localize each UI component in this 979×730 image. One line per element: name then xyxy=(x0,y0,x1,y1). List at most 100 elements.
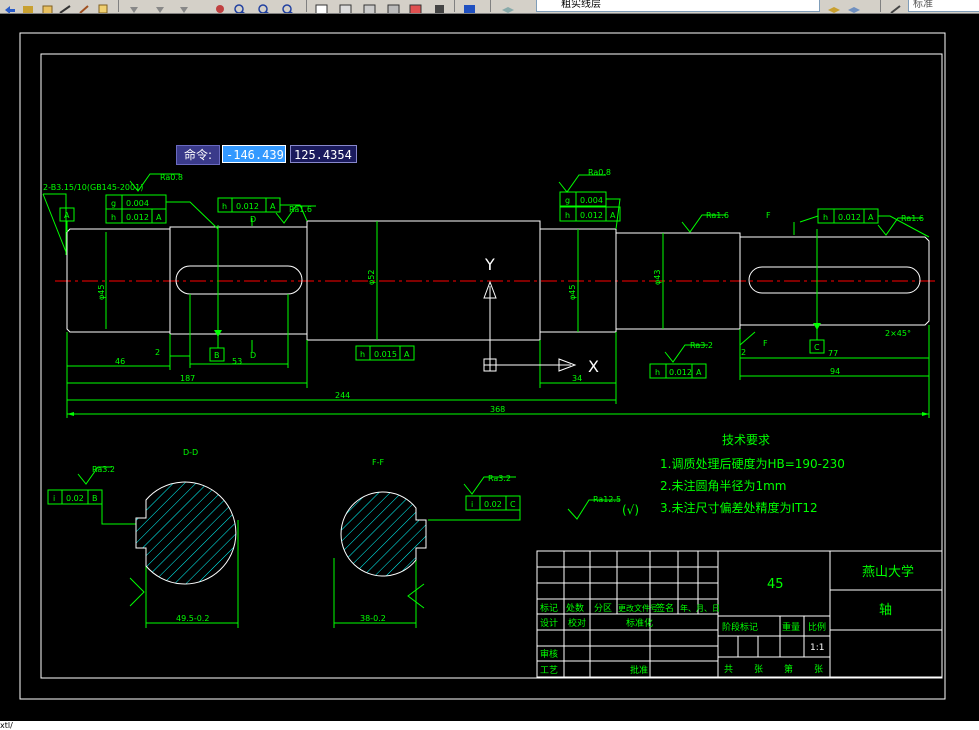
paste-icon[interactable] xyxy=(40,0,56,13)
roughness-label: Ra3.2 xyxy=(690,341,713,350)
tb-review: 审核 xyxy=(540,648,558,660)
text-style-name: 标准 xyxy=(913,0,933,10)
fcf-datum: A xyxy=(696,368,702,377)
layer-name: 粗实线层 xyxy=(561,0,601,10)
fcf-symbol: i xyxy=(471,500,473,509)
sheet-set-icon[interactable] xyxy=(386,0,402,13)
datum-label: C xyxy=(814,343,820,352)
fcf-value: 0.004 xyxy=(580,196,603,205)
tech-req-title: 技术要求 xyxy=(722,433,770,447)
dim-text: 77 xyxy=(828,349,838,358)
roughness-label: Ra0.8 xyxy=(588,168,611,177)
fcf-datum: C xyxy=(510,500,516,509)
brush-icon[interactable] xyxy=(78,0,94,13)
fcf-symbol: h xyxy=(823,213,828,222)
toolbar-separator xyxy=(118,0,119,12)
tb-design: 设计 xyxy=(540,617,558,629)
text-style-dropdown[interactable]: 标准 xyxy=(908,0,979,12)
tb-sheets: 张 xyxy=(754,664,763,675)
section-dd-shape xyxy=(135,481,237,585)
tb-zone: 分区 xyxy=(594,603,612,614)
layer-previous-icon[interactable] xyxy=(826,0,842,13)
coordinate-y-input[interactable]: 125.4354 xyxy=(290,145,357,163)
zoom-previous-icon[interactable] xyxy=(280,0,296,13)
tech-req-2: 2.未注圆角半径为1mm xyxy=(660,478,786,493)
arrow-down-icon[interactable] xyxy=(152,0,168,13)
fcf-datum: A xyxy=(156,213,162,222)
section-title: F-F xyxy=(372,458,384,467)
tb-process: 工艺 xyxy=(540,665,558,676)
fcf-value: 0.012 xyxy=(236,202,259,211)
toolbar-separator xyxy=(454,0,455,12)
section-mark: D xyxy=(250,215,256,224)
dim-text: 187 xyxy=(180,374,195,383)
dim-text: φ45 xyxy=(97,285,106,300)
dim-text: 46 xyxy=(115,357,125,366)
toolbar-separator xyxy=(490,0,491,12)
fcf-symbol: h xyxy=(655,368,660,377)
calculator-icon[interactable] xyxy=(432,0,448,13)
dim-text: 34 xyxy=(572,374,582,383)
roughness-label: Ra12.5 xyxy=(593,495,621,504)
match-icon[interactable] xyxy=(58,0,74,13)
arrow-down-icon[interactable] xyxy=(176,0,192,13)
tech-req-3: 3.未注尺寸偏差处精度为IT12 xyxy=(660,500,818,515)
undo-icon[interactable] xyxy=(2,0,18,13)
tb-part-name: 轴 xyxy=(879,603,892,618)
command-line[interactable]: xtl/ xyxy=(0,721,979,730)
fcf-value: 0.012 xyxy=(580,211,603,220)
zoom-realtime-icon[interactable] xyxy=(232,0,248,13)
dim-text: 53 xyxy=(232,357,242,366)
dim-text: 2 xyxy=(155,348,160,357)
top-toolbar: 粗实线层 标准 xyxy=(0,0,979,14)
section-mark: F xyxy=(763,339,768,348)
datum-label: B xyxy=(214,351,220,360)
redo-icon[interactable] xyxy=(20,0,36,13)
roughness-label: Ra1.6 xyxy=(706,211,729,220)
tb-doc: 更改文件号 xyxy=(618,603,658,613)
tb-approve: 批准 xyxy=(630,664,648,676)
properties-icon[interactable] xyxy=(314,0,330,13)
fcf-value: 0.02 xyxy=(484,500,502,509)
tb-sheet2: 张 xyxy=(814,664,823,675)
coordinate-x-input[interactable]: -146.439 xyxy=(222,145,286,163)
markup-icon[interactable] xyxy=(408,0,424,13)
zoom-window-icon[interactable] xyxy=(256,0,272,13)
roughness-label: Ra1.6 xyxy=(289,205,312,214)
dim-text: φ45 xyxy=(568,285,577,300)
dim-text: 49.5-0.2 xyxy=(176,614,209,623)
fcf-symbol: g xyxy=(111,199,116,208)
section-mark: D xyxy=(250,351,256,360)
design-center-icon[interactable] xyxy=(338,0,354,13)
tb-scale: 1:1 xyxy=(810,643,824,653)
fcf-value: 0.02 xyxy=(66,494,84,503)
dim-text: φ43 xyxy=(653,270,662,285)
arrow-down-icon[interactable] xyxy=(126,0,142,13)
roughness-label: Ra3.2 xyxy=(488,474,511,483)
fcf-value: 0.012 xyxy=(838,213,861,222)
pan-icon[interactable] xyxy=(212,0,228,13)
layer-dropdown[interactable]: 粗实线层 xyxy=(536,0,820,12)
tb-count: 处数 xyxy=(566,602,584,614)
fcf-symbol: g xyxy=(565,196,570,205)
dim-text: 2×45° xyxy=(885,329,911,338)
block-icon[interactable] xyxy=(96,0,112,13)
fcf-symbol: h xyxy=(565,211,570,220)
fcf-datum: A xyxy=(404,350,410,359)
tb-school: 燕山大学 xyxy=(862,564,914,580)
text-style-icon[interactable] xyxy=(888,0,904,13)
dim-text: φ52 xyxy=(367,270,376,285)
fcf-symbol: h xyxy=(222,202,227,211)
help-icon[interactable] xyxy=(462,0,478,13)
tb-material: 45 xyxy=(767,577,784,592)
layer-states-icon[interactable] xyxy=(846,0,862,13)
ucs-icon xyxy=(483,280,577,372)
roughness-label: Ra0.8 xyxy=(160,173,183,182)
tb-sign: 签名 xyxy=(656,602,674,614)
command-line-text: xtl/ xyxy=(0,721,13,730)
tool-palette-icon[interactable] xyxy=(362,0,378,13)
dim-text: 2 xyxy=(741,348,746,357)
layer-manager-icon[interactable] xyxy=(500,0,516,13)
roughness-label: Ra3.2 xyxy=(92,465,115,474)
drawing-canvas[interactable]: 2-B3.15/10(GB145-2001) Ra0.8 Ra1.6 Ra0.8… xyxy=(0,14,979,720)
